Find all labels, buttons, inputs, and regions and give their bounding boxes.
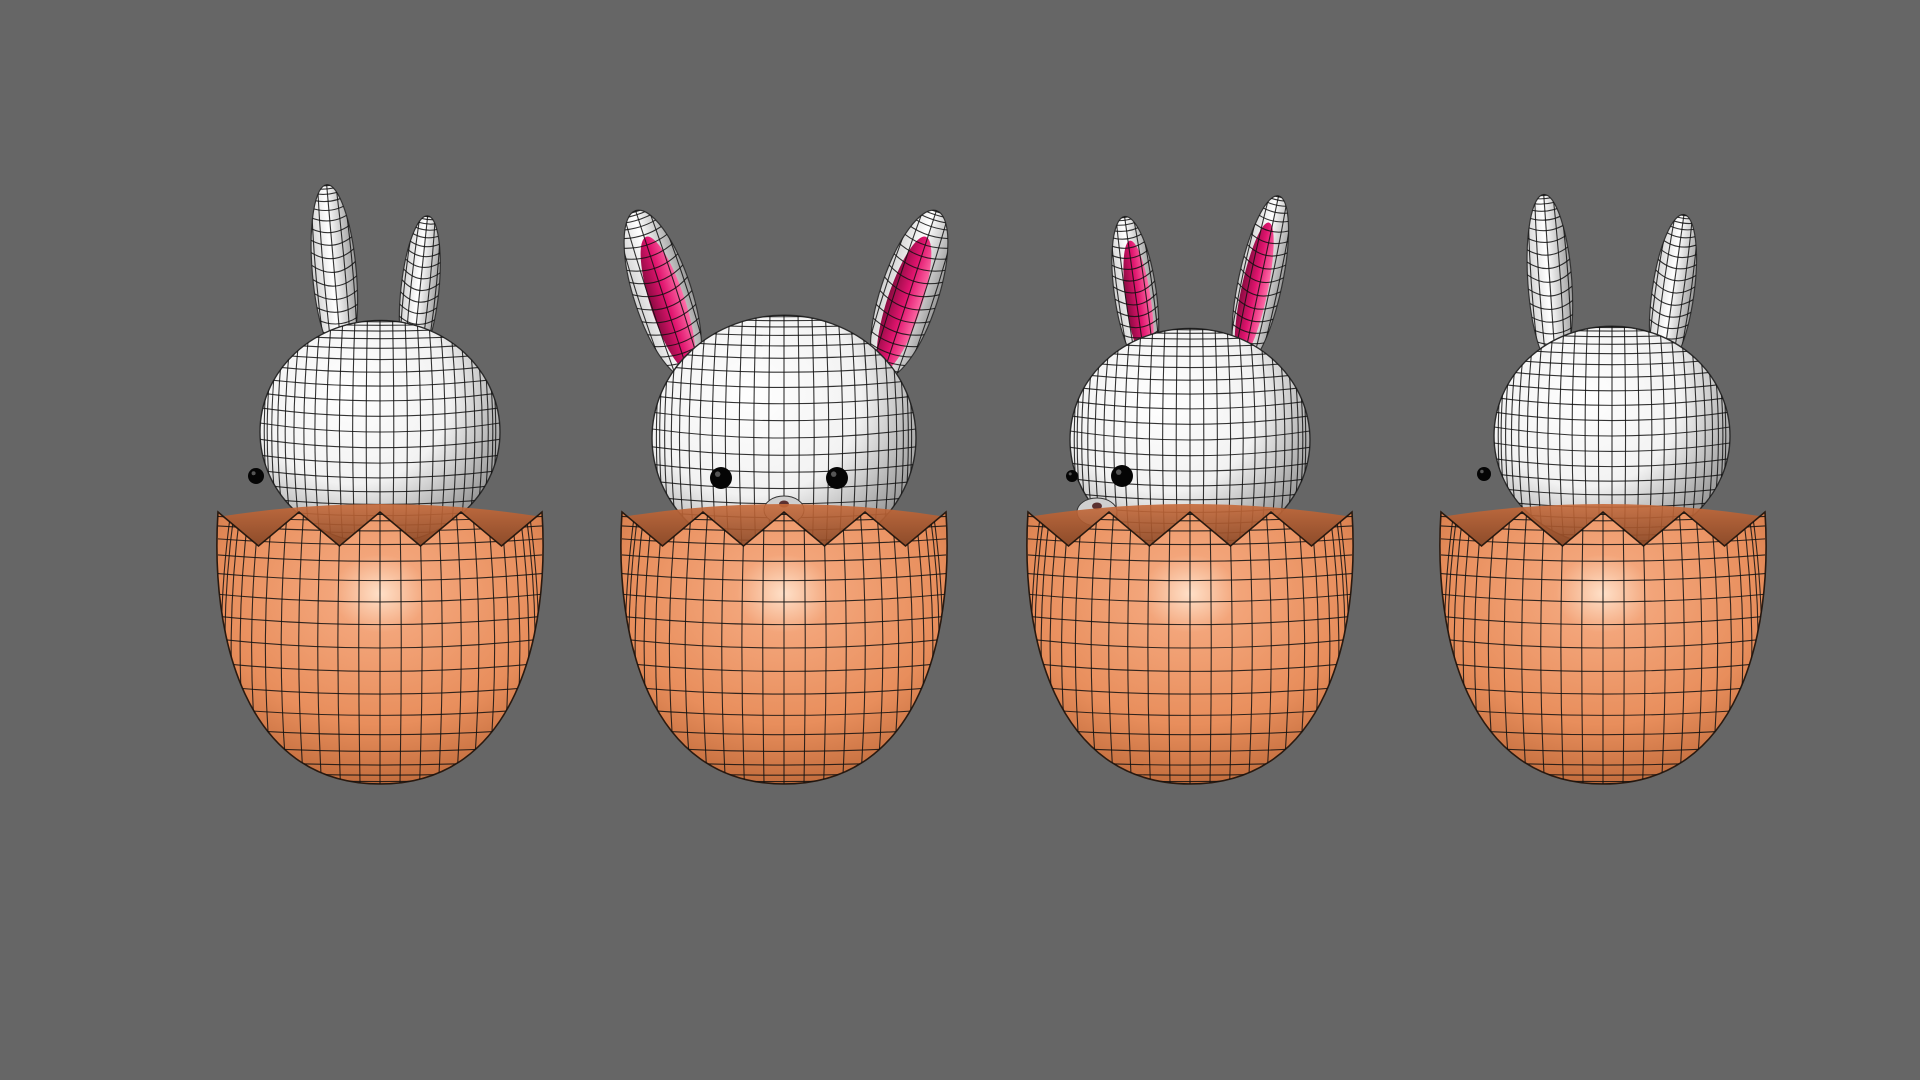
eye — [826, 467, 848, 489]
eye — [1111, 465, 1133, 487]
eye — [710, 467, 732, 489]
bunny-in-egg-side-view[interactable] — [1026, 188, 1354, 785]
eye — [1066, 470, 1078, 482]
scene-canvas — [216, 180, 1767, 785]
bunny-in-egg-back-left-view[interactable] — [216, 180, 544, 785]
eye — [248, 468, 264, 484]
3d-viewport[interactable] — [0, 0, 1920, 1080]
eye — [1477, 467, 1491, 481]
bunny-in-egg-front-view[interactable] — [607, 199, 965, 785]
bunny-in-egg-back-view[interactable] — [1439, 190, 1767, 785]
